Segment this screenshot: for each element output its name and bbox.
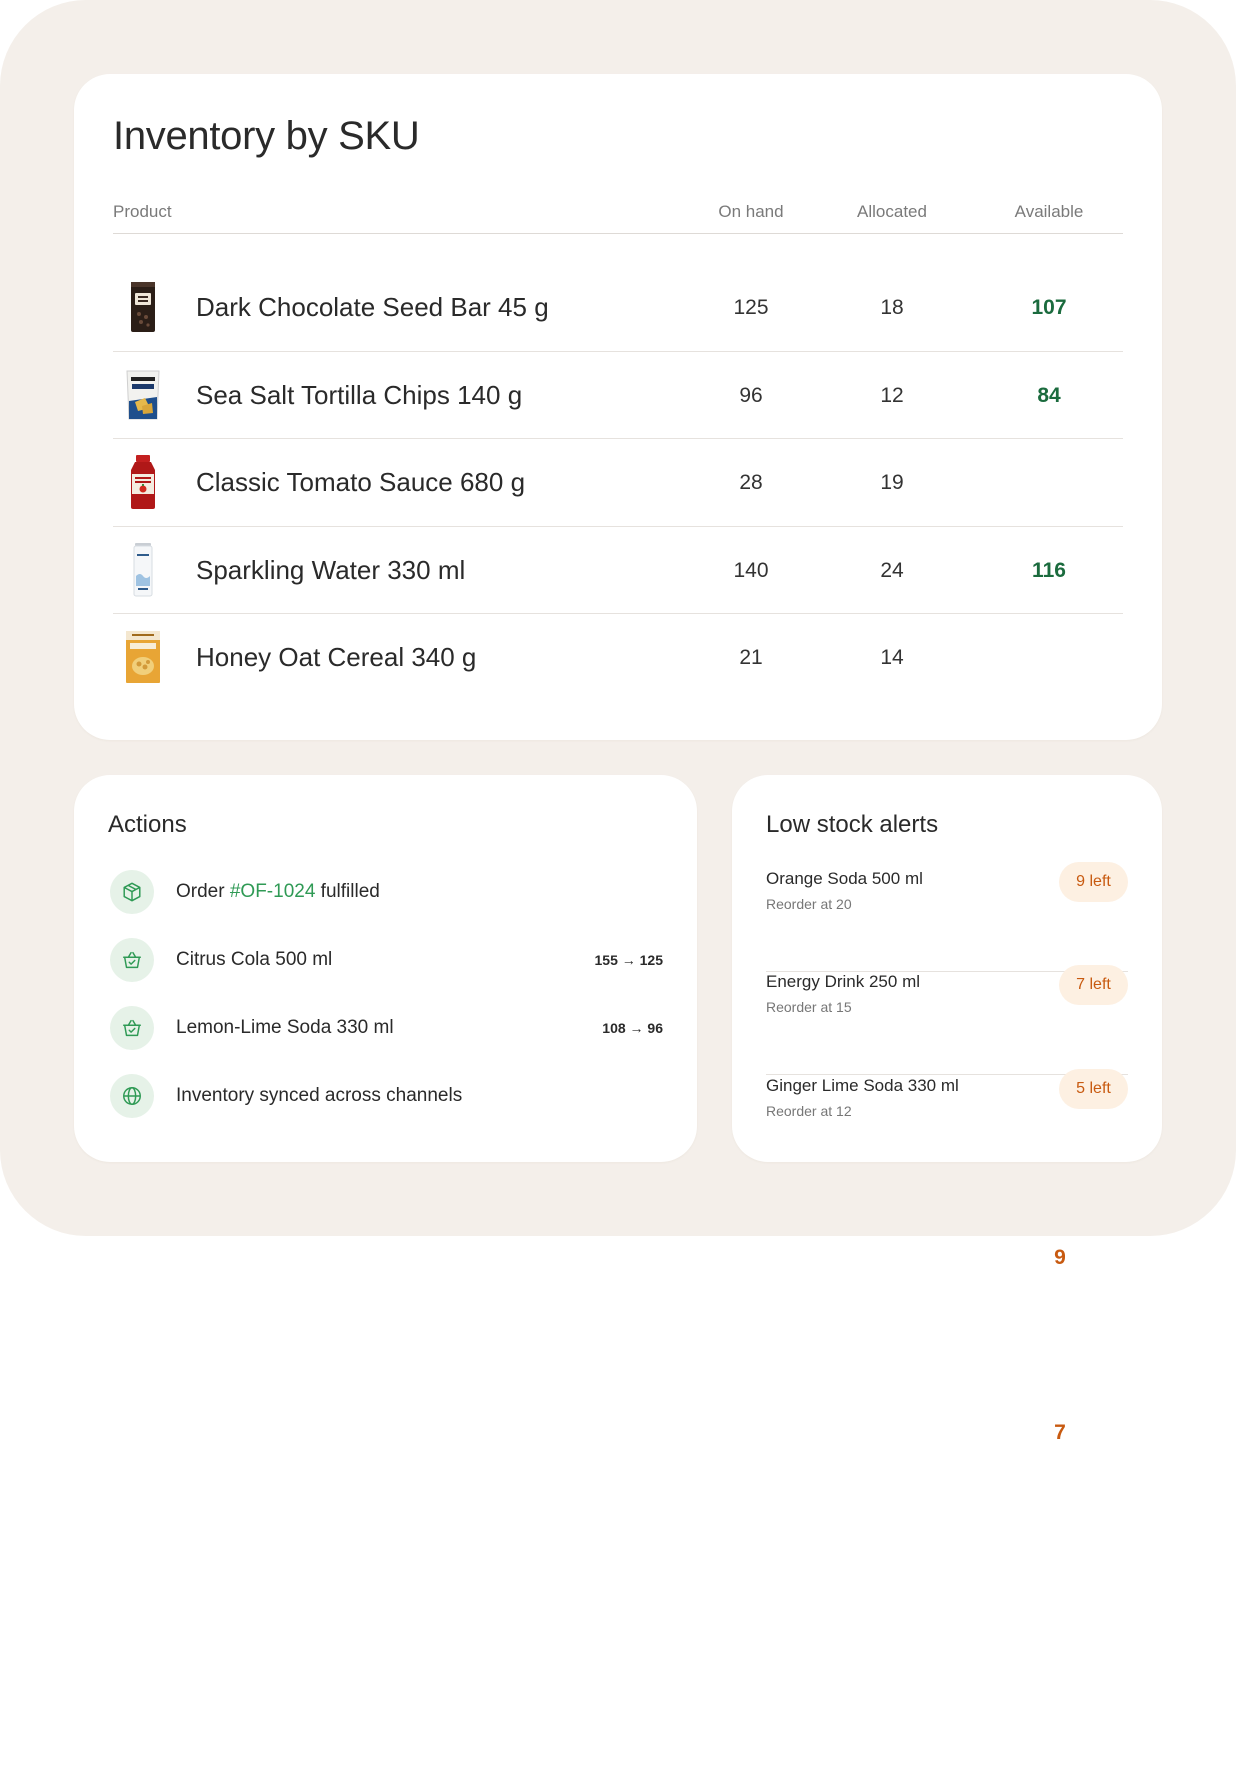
column-header-available: Available	[1014, 202, 1084, 221]
action-item[interactable]: Order #OF-1024 fulfilled	[110, 870, 666, 916]
action-label: Citrus Cola 500 ml	[176, 949, 333, 970]
on-hand-value: 28	[739, 471, 763, 494]
chocolate-bar-image	[121, 279, 165, 335]
product-name: Dark Chocolate Seed Bar 45 g	[196, 292, 549, 322]
low-stock-item[interactable]: Orange Soda 500 ml Reorder at 20 9 left	[766, 862, 1128, 972]
product-name: Sea Salt Tortilla Chips 140 g	[196, 379, 523, 410]
alert-reorder-level: Reorder at 15	[766, 999, 852, 1015]
allocated-value: 24	[880, 558, 904, 582]
stock-left-badge: 5 left	[1059, 1069, 1128, 1109]
inventory-title: Inventory by SKU	[113, 114, 420, 158]
quantity-change: 108 → 96	[602, 1020, 663, 1036]
on-hand-value: 96	[739, 383, 763, 407]
product-name: Honey Oat Cereal 340 g	[196, 642, 477, 672]
basket-icon	[110, 938, 154, 982]
action-item[interactable]: Inventory synced across channels	[110, 1074, 666, 1120]
on-hand-value: 21	[739, 646, 763, 669]
alert-reorder-level: Reorder at 12	[766, 1103, 852, 1119]
allocated-value: 19	[880, 471, 904, 494]
alert-product-name: Ginger Lime Soda 330 ml	[766, 1076, 959, 1095]
low-stock-title: Low stock alerts	[766, 811, 939, 838]
quantity-change: 155 → 125	[594, 952, 664, 968]
table-row[interactable]: Honey Oat Cereal 340 g 21 14 7	[113, 614, 1123, 1444]
action-item[interactable]: Lemon-Lime Soda 330 ml 108 → 96	[110, 1006, 666, 1052]
alert-reorder-level: Reorder at 20	[766, 896, 852, 912]
table-row[interactable]: Sea Salt Tortilla Chips 140 g 96 12 84	[113, 352, 1123, 439]
available-value: 116	[1032, 558, 1066, 582]
allocated-value: 18	[880, 296, 904, 319]
product-name: Classic Tomato Sauce 680 g	[196, 467, 526, 497]
action-item[interactable]: Citrus Cola 500 ml 155 → 125	[110, 938, 666, 984]
alert-product-name: Energy Drink 250 ml	[766, 972, 921, 991]
actions-card: Actions Order #OF-1024 fulfilled Citrus …	[74, 775, 697, 1162]
low-stock-item[interactable]: Ginger Lime Soda 330 ml Reorder at 12 5 …	[766, 1069, 1128, 1179]
inventory-table-body: Dark Chocolate Seed Bar 45 g 125 18 107	[113, 264, 1123, 1444]
on-hand-value: 125	[733, 296, 769, 319]
chips-bag-image	[121, 367, 165, 423]
column-header-on-hand: On hand	[718, 202, 784, 221]
table-row[interactable]: Classic Tomato Sauce 680 g 28 19 9	[113, 439, 1123, 1269]
globe-icon	[110, 1074, 154, 1118]
column-header-product: Product	[113, 202, 172, 221]
available-value: 7	[1054, 1421, 1066, 1444]
available-value: 84	[1037, 383, 1061, 407]
package-icon	[110, 870, 154, 914]
low-stock-card: Low stock alerts Orange Soda 500 ml Reor…	[732, 775, 1162, 1162]
page-background: Inventory by SKU Product On hand Allocat…	[0, 0, 1236, 1444]
low-stock-item[interactable]: Energy Drink 250 ml Reorder at 15 7 left	[766, 965, 1128, 1075]
water-can-image	[121, 542, 165, 598]
alert-product-name: Orange Soda 500 ml	[766, 869, 923, 888]
order-reference-link[interactable]: #OF-1024	[230, 881, 316, 902]
stock-left-badge: 7 left	[1059, 965, 1128, 1005]
allocated-value: 12	[880, 383, 904, 407]
stock-left-badge: 9 left	[1059, 862, 1128, 902]
available-value: 107	[1031, 296, 1067, 319]
tomato-sauce-jar-image	[121, 454, 165, 510]
action-label: Inventory synced across channels	[176, 1085, 463, 1106]
cereal-box-image	[121, 629, 165, 685]
column-header-allocated: Allocated	[857, 202, 927, 221]
actions-title: Actions	[108, 811, 187, 838]
table-row[interactable]: Dark Chocolate Seed Bar 45 g 125 18 107	[113, 264, 1123, 352]
on-hand-value: 140	[733, 558, 769, 582]
inventory-table-header: Product On hand Allocated Available	[113, 200, 1123, 234]
allocated-value: 14	[880, 646, 904, 669]
basket-icon	[110, 1006, 154, 1050]
table-row[interactable]: Sparkling Water 330 ml 140 24 116	[113, 527, 1123, 614]
action-label: Lemon-Lime Soda 330 ml	[176, 1017, 394, 1038]
inventory-card: Inventory by SKU Product On hand Allocat…	[74, 74, 1162, 1444]
product-name: Sparkling Water 330 ml	[196, 554, 466, 585]
action-label: Order #OF-1024 fulfilled	[176, 881, 380, 902]
